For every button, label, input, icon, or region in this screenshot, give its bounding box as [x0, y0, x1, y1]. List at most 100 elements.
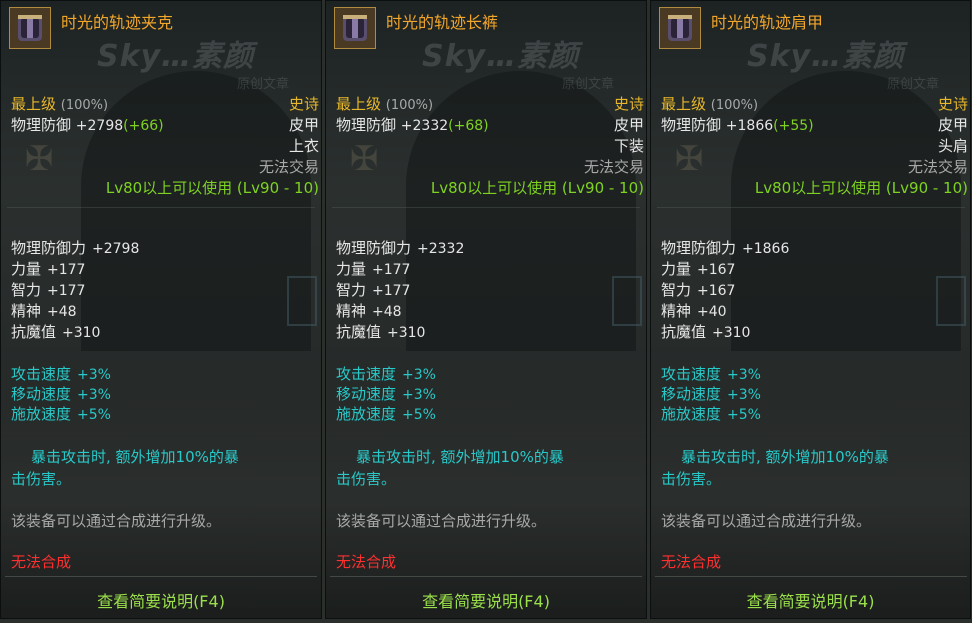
- tooltip-header: 时光的轨迹肩甲: [659, 7, 969, 51]
- defense-label: 物理防御: [11, 116, 72, 134]
- upgrade-note: 该装备可以通过合成进行升级。: [661, 512, 872, 530]
- material-type: 皮甲: [937, 116, 968, 134]
- view-summary-link[interactable]: 查看简要说明(F4): [326, 588, 646, 612]
- grade-label: 最上级: [11, 95, 57, 113]
- grade-line: 最上级 (100%): [661, 93, 758, 114]
- stat-row: 力量 +177: [11, 258, 85, 279]
- speed-value: +3%: [77, 387, 111, 403]
- stat-row: 力量 +167: [661, 258, 735, 279]
- speed-row: 攻击速度 +3%: [661, 363, 761, 384]
- watermark-subtext: 原创文章: [237, 77, 290, 92]
- speed-value: +5%: [727, 407, 761, 423]
- speed-value: +3%: [727, 387, 761, 403]
- crit-effect-line2: 击伤害。: [661, 470, 722, 488]
- speed-value: +5%: [77, 407, 111, 423]
- defense-value: +1866: [725, 118, 774, 134]
- speed-label: 施放速度: [336, 405, 397, 423]
- item-name: 时光的轨迹长裤: [386, 13, 499, 32]
- stat-label: 抗魔值: [11, 323, 57, 341]
- slot-type: 下装: [613, 137, 644, 155]
- stat-label: 物理防御力: [11, 239, 87, 257]
- speed-row: 施放速度 +5%: [336, 403, 436, 424]
- stat-label: 力量: [661, 260, 692, 278]
- defense-line: 物理防御 +2798(+66): [11, 114, 164, 135]
- hint-bar: 查看简要说明(F4): [651, 576, 970, 618]
- stat-label: 抗魔值: [661, 323, 707, 341]
- item-tooltip-1: ✠ 时光的轨迹夹克 Sky…素颜 原创文章 最上级 (100%) 史诗 物理防御: [0, 0, 322, 619]
- stat-label: 力量: [11, 260, 42, 278]
- level-requirement: Lv80以上可以使用 (Lv90 - 10): [105, 179, 319, 197]
- speed-label: 施放速度: [11, 405, 72, 423]
- hint-bar: 查看简要说明(F4): [1, 576, 321, 618]
- stat-label: 精神: [661, 302, 692, 320]
- crit-effect-line1: 暴击攻击时, 额外增加10%的暴: [31, 448, 239, 466]
- defense-line: 物理防御 +2332(+68): [336, 114, 489, 135]
- crit-effect-line1: 暴击攻击时, 额外增加10%的暴: [356, 448, 564, 466]
- watermark-subtext: 原创文章: [887, 77, 940, 92]
- speed-value: +3%: [727, 367, 761, 383]
- speed-row: 移动速度 +3%: [11, 383, 111, 404]
- slot-type: 上衣: [288, 137, 319, 155]
- defense-bonus: (+66): [123, 118, 164, 134]
- level-requirement: Lv80以上可以使用 (Lv90 - 10): [754, 179, 968, 197]
- stat-row: 抗魔值 +310: [11, 321, 100, 342]
- stat-row: 精神 +40: [661, 300, 727, 321]
- speed-row: 施放速度 +5%: [661, 403, 761, 424]
- trade-restriction: 无法交易: [907, 158, 968, 176]
- view-summary-link[interactable]: 查看简要说明(F4): [1, 588, 321, 612]
- stat-value: +40: [697, 304, 727, 320]
- rarity-label: 史诗: [613, 95, 644, 113]
- view-summary-link[interactable]: 查看简要说明(F4): [651, 588, 970, 612]
- grade-percent: (100%): [385, 98, 434, 113]
- speed-value: +3%: [402, 367, 436, 383]
- speed-label: 移动速度: [336, 385, 397, 403]
- stat-label: 智力: [336, 281, 367, 299]
- grade-label: 最上级: [661, 95, 707, 113]
- speed-value: +5%: [402, 407, 436, 423]
- hint-bar: 查看简要说明(F4): [326, 576, 646, 618]
- item-name: 时光的轨迹肩甲: [711, 13, 824, 32]
- trade-restriction: 无法交易: [258, 158, 319, 176]
- stat-label: 物理防御力: [336, 239, 412, 257]
- stat-row: 智力 +167: [661, 279, 735, 300]
- stat-label: 智力: [11, 281, 42, 299]
- speed-label: 移动速度: [661, 385, 722, 403]
- defense-label: 物理防御: [661, 116, 722, 134]
- stat-value: +177: [47, 262, 86, 278]
- cross-ornament-icon: ✠: [24, 139, 54, 179]
- cannot-synthesize: 无法合成: [661, 553, 722, 571]
- stat-label: 力量: [336, 260, 367, 278]
- stat-row: 力量 +177: [336, 258, 410, 279]
- grade-percent: (100%): [60, 98, 109, 113]
- cannot-synthesize: 无法合成: [11, 553, 72, 571]
- speed-row: 移动速度 +3%: [661, 383, 761, 404]
- speed-label: 攻击速度: [336, 365, 397, 383]
- defense-bonus: (+55): [773, 118, 814, 134]
- grade-line: 最上级 (100%): [336, 93, 433, 114]
- speed-value: +3%: [402, 387, 436, 403]
- armor-item-icon[interactable]: [9, 7, 51, 49]
- armor-item-icon[interactable]: [659, 7, 701, 49]
- crit-effect-line1: 暴击攻击时, 额外增加10%的暴: [681, 448, 889, 466]
- defense-value: +2798: [75, 118, 124, 134]
- cross-ornament-icon: ✠: [349, 139, 379, 179]
- stat-value: +177: [372, 262, 411, 278]
- material-type: 皮甲: [288, 116, 319, 134]
- stat-value: +177: [47, 283, 86, 299]
- armor-item-icon[interactable]: [334, 7, 376, 49]
- speed-row: 移动速度 +3%: [336, 383, 436, 404]
- stat-label: 智力: [661, 281, 692, 299]
- stat-value: +310: [387, 325, 426, 341]
- stat-value: +48: [372, 304, 402, 320]
- speed-label: 施放速度: [661, 405, 722, 423]
- crit-effect-line2: 击伤害。: [336, 470, 397, 488]
- grade-label: 最上级: [336, 95, 382, 113]
- level-requirement: Lv80以上可以使用 (Lv90 - 10): [430, 179, 644, 197]
- speed-row: 施放速度 +5%: [11, 403, 111, 424]
- stat-value: +1866: [742, 241, 790, 257]
- rarity-label: 史诗: [937, 95, 968, 113]
- speed-value: +3%: [77, 367, 111, 383]
- cannot-synthesize: 无法合成: [336, 553, 397, 571]
- stat-row: 智力 +177: [11, 279, 85, 300]
- item-name: 时光的轨迹夹克: [61, 13, 174, 32]
